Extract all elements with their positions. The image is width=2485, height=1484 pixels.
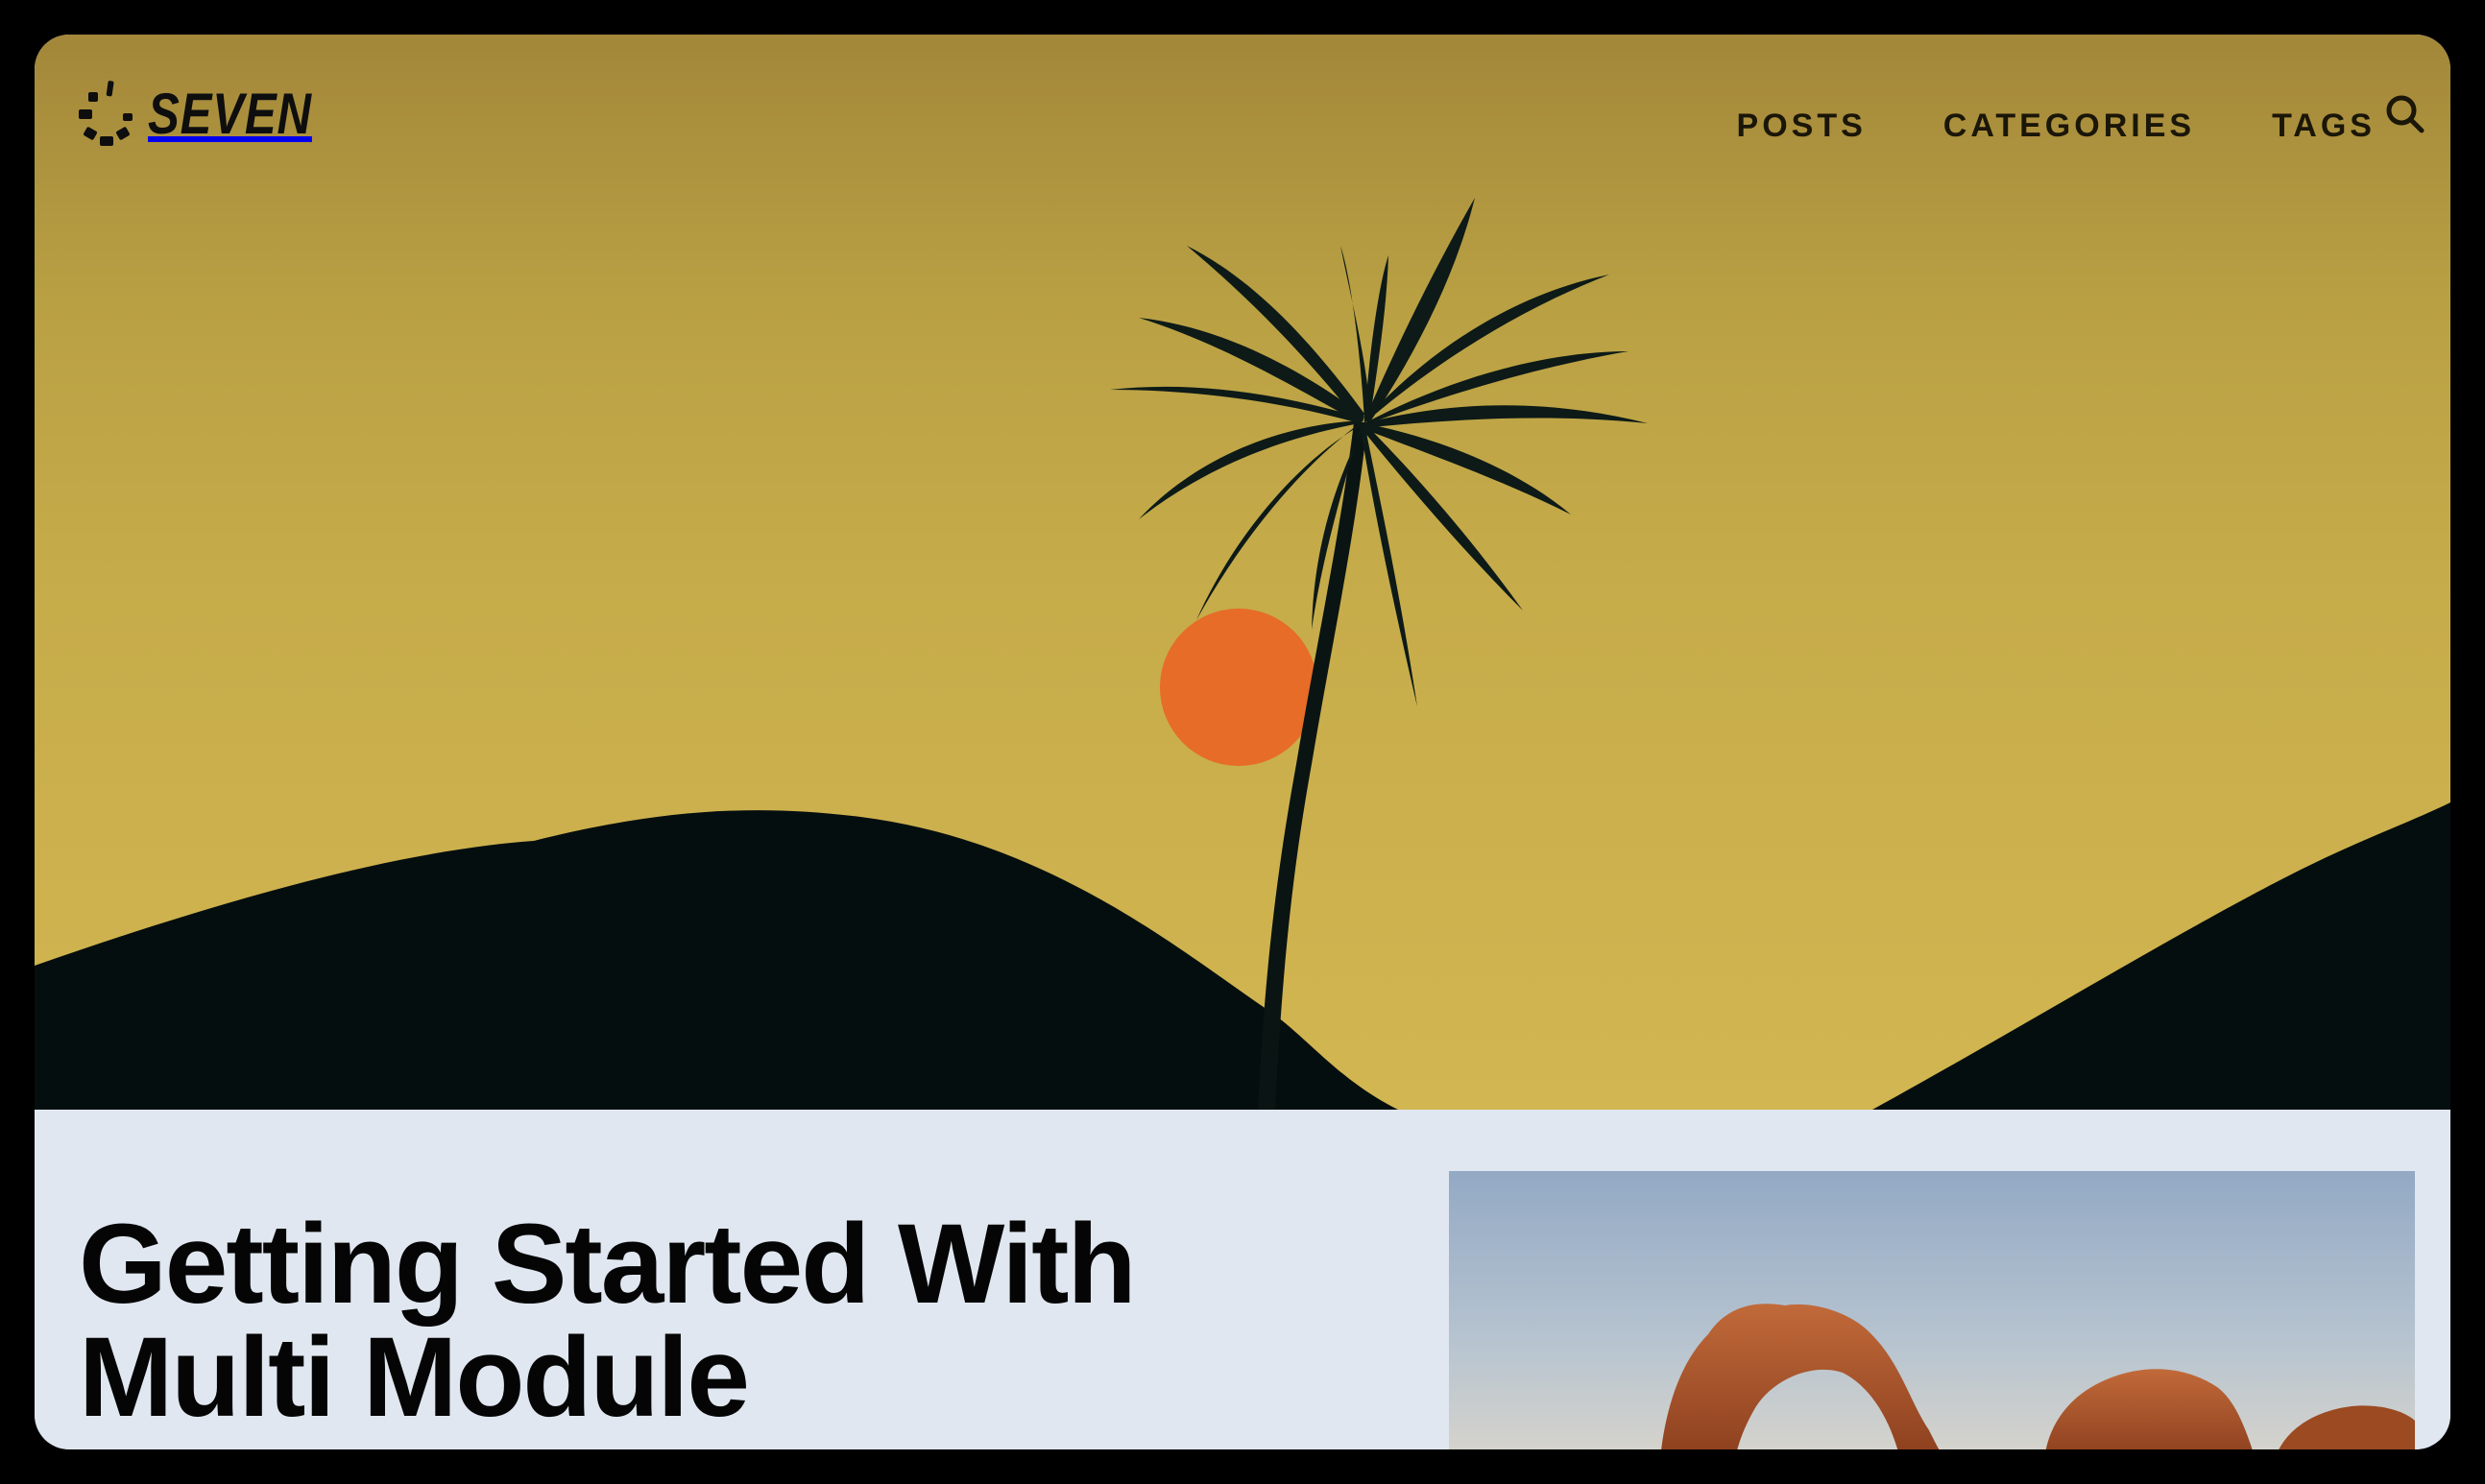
search-button[interactable] [2383, 92, 2425, 134]
post-thumbnail[interactable] [1449, 1171, 2415, 1449]
nav-links: POSTS CATEGORIES TAGS [1737, 109, 2450, 142]
nav-item-posts[interactable]: POSTS [1737, 109, 1867, 142]
site-logo[interactable]: SEVEN [75, 75, 348, 152]
nav-item-tags[interactable]: TAGS [2272, 109, 2376, 142]
post-title-line-2: Multi Module [79, 1314, 750, 1441]
search-icon [2386, 95, 2425, 133]
nav-item-categories[interactable]: CATEGORIES [1943, 109, 2195, 142]
hero-banner: SEVEN POSTS CATEGORIES TAGS [35, 35, 2450, 1110]
logo-text: SEVEN [148, 81, 312, 146]
post-title[interactable]: Getting Started With Multi Module [79, 1208, 1423, 1434]
browser-viewport: SEVEN POSTS CATEGORIES TAGS Getting Star… [35, 35, 2450, 1449]
top-navigation: SEVEN POSTS CATEGORIES TAGS [35, 35, 2450, 188]
palm-tree-sunset-illustration [35, 35, 2450, 1110]
post-title-line-1: Getting Started With [79, 1201, 1137, 1328]
sun-shape [1160, 609, 1317, 766]
loading-spinner-icon [79, 81, 133, 146]
desert-rock-arch-photo [1449, 1171, 2415, 1449]
featured-post: Getting Started With Multi Module [35, 1110, 2450, 1449]
